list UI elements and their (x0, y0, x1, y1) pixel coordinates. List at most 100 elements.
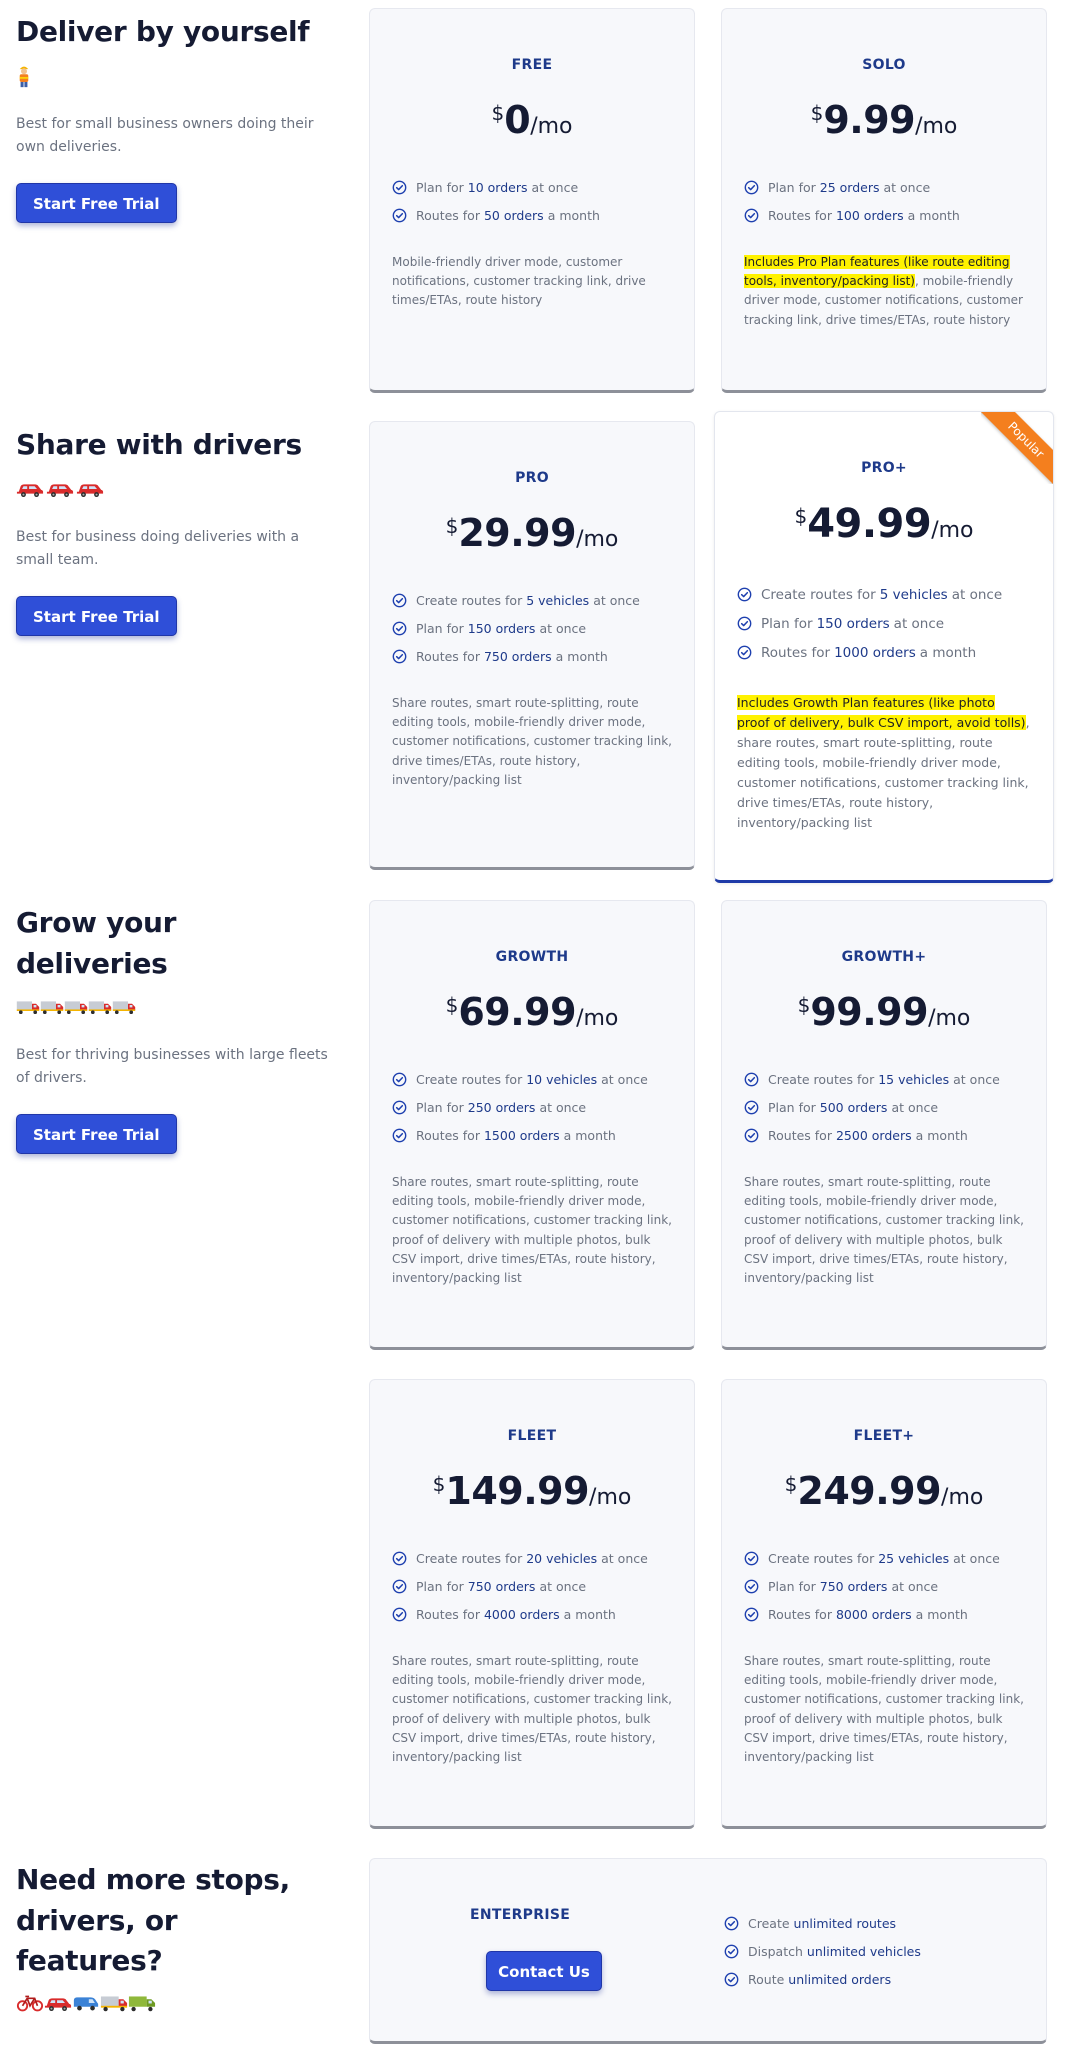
plan-price: $149.99/mo (370, 1472, 694, 1510)
delivery-truck-icon (64, 995, 88, 1019)
red-car-icon (46, 477, 74, 501)
emoji-row (16, 1988, 336, 2018)
section-title: Grow your deliveries (16, 906, 177, 980)
plan-description: Share routes, smart route-splitting, rou… (744, 1175, 1024, 1285)
plan-name: FLEET (507, 1428, 557, 1444)
feature-item: Plan for 25 orders at once (744, 173, 1046, 201)
plan-card-growth-plus: GROWTH+ $99.99/mo Create routes for 15 ve… (721, 900, 1047, 1350)
feature-item: Routes for 750 orders a month (392, 642, 694, 670)
check-circle-icon (737, 645, 752, 660)
delivery-truck-icon (88, 995, 112, 1019)
plan-price: $49.99/mo (715, 504, 1053, 544)
plan-name: SOLO (862, 57, 906, 73)
section-description: Best for business doing deliveries with … (16, 528, 300, 568)
price-amount: 9.99 (823, 98, 916, 142)
check-circle-icon (744, 1072, 759, 1087)
green-lorry-icon (128, 1991, 156, 2015)
start-free-trial-button[interactable]: Start Free Trial (16, 595, 177, 636)
popular-ribbon: Popular (981, 412, 1053, 484)
plan-description: Share routes, smart route-splitting, rou… (392, 1654, 672, 1764)
plan-name: FREE (511, 57, 553, 73)
price-period: /mo (915, 114, 958, 139)
feature-item: Plan for 10 orders at once (392, 173, 694, 201)
plan-name: FLEET+ (853, 1428, 915, 1444)
section-deliver-yourself: Deliver by yourself Best for small busin… (16, 12, 336, 223)
section-grow-deliveries: Grow your deliveries Best for thriving b… (16, 903, 336, 1155)
price-amount: 99.99 (810, 990, 929, 1034)
plan-description: Share routes, smart route-splitting, rou… (744, 1654, 1024, 1764)
bicycle-icon (16, 1991, 44, 2015)
delivery-truck-icon (40, 995, 64, 1019)
check-circle-icon (724, 1972, 739, 1987)
delivery-truck-icon (100, 1991, 128, 2015)
plan-card-free: FREE $0/mo Plan for 10 orders at once Rout… (369, 8, 695, 393)
section-title: Need more stops, drivers, or features? (16, 1863, 290, 1978)
plan-name: GROWTH+ (841, 949, 927, 965)
contact-us-button[interactable]: Contact Us (486, 1951, 602, 1991)
feature-list: Create routes for 20 vehicles at once Plan… (392, 1544, 694, 1628)
plan-price: $69.99/mo (370, 993, 694, 1031)
section-share-with-drivers: Share with drivers Best for business doi… (16, 425, 336, 636)
start-free-trial-button[interactable]: Start Free Trial (16, 182, 177, 223)
price-amount: 29.99 (458, 511, 577, 555)
feature-item: Plan for 150 orders at once (737, 609, 1053, 638)
feature-item: Plan for 250 orders at once (392, 1093, 694, 1121)
feature-item: Create routes for 25 vehicles at once (744, 1544, 1046, 1572)
plan-description: Includes Growth Plan features (like phot… (737, 695, 1030, 830)
check-circle-icon (392, 649, 407, 664)
delivery-truck-icon (16, 995, 40, 1019)
check-circle-icon (392, 1100, 407, 1115)
plan-description: Mobile-friendly driver mode, customer no… (392, 255, 646, 308)
section-description: Best for thriving businesses with large … (16, 1047, 328, 1087)
check-circle-icon (744, 1579, 759, 1594)
check-circle-icon (744, 208, 759, 223)
plan-card-growth: GROWTH $69.99/mo Create routes for 10 veh… (369, 900, 695, 1350)
check-circle-icon (724, 1944, 739, 1959)
price-currency: $ (810, 101, 824, 125)
price-period: /mo (928, 1006, 971, 1031)
check-circle-icon (737, 587, 752, 602)
price-period: /mo (589, 1485, 632, 1510)
feature-item: Routes for 50 orders a month (392, 201, 694, 229)
price-currency: $ (784, 1472, 798, 1496)
plan-price: $9.99/mo (722, 101, 1046, 139)
plan-description: Share routes, smart route-splitting, rou… (392, 1175, 672, 1285)
check-circle-icon (744, 1100, 759, 1115)
feature-list: Plan for 25 orders at once Routes for 100 o… (744, 173, 1046, 229)
price-period: /mo (941, 1485, 984, 1510)
check-circle-icon (392, 180, 407, 195)
blue-van-icon (72, 1991, 100, 2015)
feature-item: Routes for 8000 orders a month (744, 1600, 1046, 1628)
highlighted-features: Includes Growth Plan features (like phot… (737, 695, 1026, 730)
plan-card-fleet-plus: FLEET+ $249.99/mo Create routes for 25 ve… (721, 1379, 1047, 1829)
price-period: /mo (530, 114, 573, 139)
check-circle-icon (392, 1607, 407, 1622)
price-period: /mo (931, 518, 974, 543)
price-currency: $ (491, 101, 505, 125)
check-circle-icon (392, 621, 407, 636)
red-car-icon (44, 1991, 72, 2015)
check-circle-icon (392, 593, 407, 608)
price-period: /mo (576, 527, 619, 552)
plan-name: ENTERPRISE (470, 1907, 571, 1923)
check-circle-icon (744, 1128, 759, 1143)
check-circle-icon (737, 616, 752, 631)
feature-list: Create unlimited routes Dispatch unlimited… (724, 1909, 925, 1993)
red-car-icon (16, 477, 44, 501)
feature-item: Routes for 2500 orders a month (744, 1121, 1046, 1149)
emoji-row (16, 992, 336, 1022)
check-circle-icon (392, 208, 407, 223)
plan-name: GROWTH (495, 949, 569, 965)
plan-description: Share routes, smart route-splitting, rou… (392, 696, 672, 787)
price-amount: 149.99 (445, 1469, 590, 1513)
plan-price: $0/mo (370, 101, 694, 139)
check-circle-icon (744, 180, 759, 195)
feature-item: Dispatch unlimited vehicles (724, 1937, 925, 1965)
feature-list: Create routes for 25 vehicles at once Plan… (744, 1544, 1046, 1628)
plan-card-enterprise: ENTERPRISE Contact Us Create unlimited ro… (369, 1858, 1047, 2044)
check-circle-icon (744, 1551, 759, 1566)
price-amount: 49.99 (807, 501, 932, 547)
start-free-trial-button[interactable]: Start Free Trial (16, 1114, 177, 1155)
section-title: Share with drivers (16, 428, 302, 461)
section-need-more: Need more stops, drivers, or features? (16, 1860, 336, 2018)
